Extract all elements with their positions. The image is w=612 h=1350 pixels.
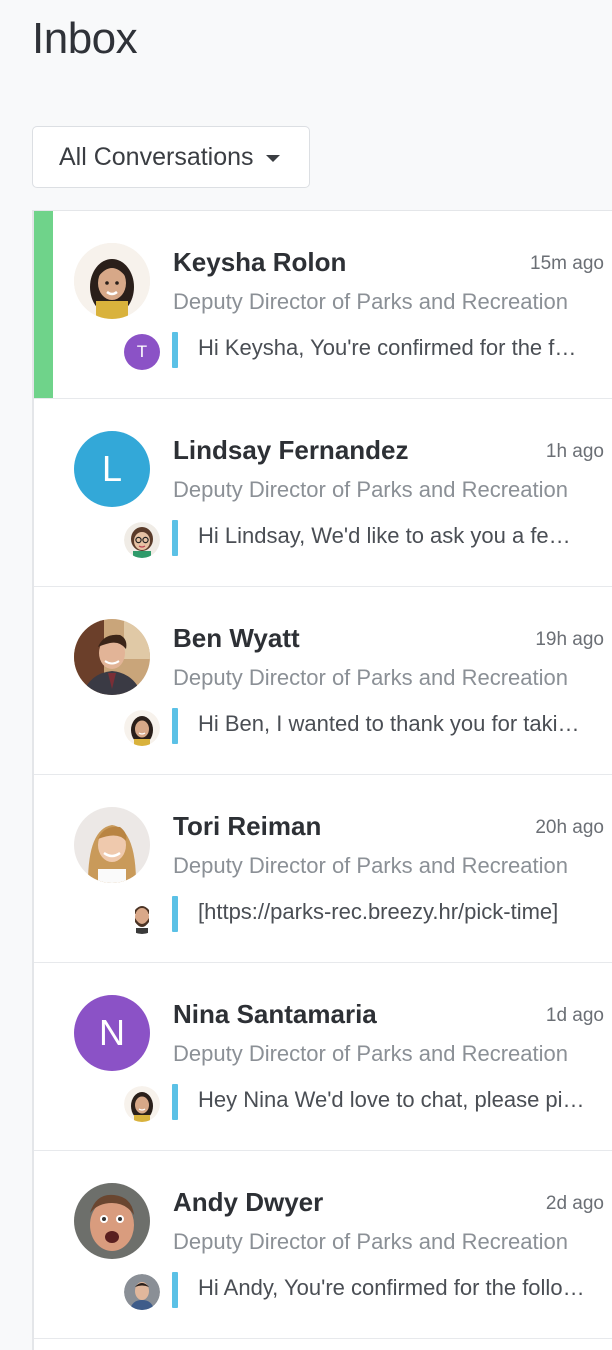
avatar-initial: L bbox=[101, 448, 123, 489]
contact-name: Nina Santamaria bbox=[173, 999, 377, 1029]
position-title: Deputy Director of Parks and Recreation bbox=[173, 289, 568, 314]
timestamp: 15m ago bbox=[530, 253, 604, 274]
conversation-list: Keysha Rolon 15m ago Deputy Director of … bbox=[32, 210, 612, 1350]
position-title: Deputy Director of Parks and Recreation bbox=[173, 853, 568, 878]
message-preview: [https://parks-rec.breezy.hr/pick-time] bbox=[198, 899, 559, 924]
message-preview: Hey Nina We'd love to chat, please pick … bbox=[198, 1087, 586, 1112]
message-preview: Hi Ben, I wanted to thank you for taking… bbox=[198, 711, 586, 736]
position-title: Deputy Director of Parks and Recreation bbox=[173, 477, 568, 502]
avatar bbox=[74, 807, 150, 883]
unread-indicator bbox=[34, 211, 53, 398]
message-preview: Hi Keysha, You're confirmed for the foll… bbox=[198, 335, 586, 360]
sender-avatar bbox=[124, 1086, 160, 1122]
quote-bar bbox=[172, 708, 178, 744]
quote-bar bbox=[172, 1084, 178, 1120]
conversation-row-andy-dwyer[interactable]: Andy Dwyer 2d ago Deputy Director of Par… bbox=[34, 1151, 612, 1339]
sender-avatar bbox=[124, 1274, 160, 1310]
contact-name: Keysha Rolon bbox=[173, 247, 347, 277]
avatar: N bbox=[74, 995, 150, 1071]
conversation-row-lindsay-fernandez[interactable]: L Lindsay Fernandez 1h ago Deputy Direct… bbox=[34, 399, 612, 587]
timestamp: 1d ago bbox=[545, 1005, 604, 1026]
timestamp: 20h ago bbox=[535, 817, 604, 838]
avatar bbox=[74, 619, 150, 695]
contact-name: Lindsay Fernandez bbox=[173, 435, 409, 465]
conversation-row-ben-wyatt[interactable]: Ben Wyatt 19h ago Deputy Director of Par… bbox=[34, 587, 612, 775]
sender-avatar: T bbox=[124, 334, 160, 370]
conversation-row-nina-santamaria[interactable]: N Nina Santamaria 1d ago Deputy Director… bbox=[34, 963, 612, 1151]
sender-avatar bbox=[124, 710, 160, 746]
sender-avatar bbox=[124, 898, 160, 934]
conversation-row-keysha-rolon[interactable]: Keysha Rolon 15m ago Deputy Director of … bbox=[34, 211, 612, 399]
quote-bar bbox=[172, 896, 178, 932]
message-preview: Hi Lindsay, We'd like to ask you a few q… bbox=[198, 523, 586, 548]
quote-bar bbox=[172, 332, 178, 368]
avatar bbox=[74, 1183, 150, 1259]
avatar: L bbox=[74, 431, 150, 507]
filter-label: All Conversations bbox=[59, 142, 254, 171]
quote-bar bbox=[172, 520, 178, 556]
page-title: Inbox bbox=[32, 14, 138, 63]
timestamp: 19h ago bbox=[535, 629, 604, 650]
position-title: Deputy Director of Parks and Recreation bbox=[173, 1229, 568, 1254]
contact-name: Tori Reiman bbox=[173, 811, 322, 841]
position-title: Deputy Director of Parks and Recreation bbox=[173, 665, 568, 690]
conversation-filter-dropdown[interactable]: All Conversations bbox=[32, 126, 310, 188]
sender-avatar bbox=[124, 522, 160, 558]
caret-down-icon bbox=[265, 155, 280, 162]
timestamp: 2d ago bbox=[545, 1193, 604, 1214]
contact-name: Ben Wyatt bbox=[173, 623, 300, 653]
avatar-initial: N bbox=[99, 1012, 125, 1053]
quote-bar bbox=[172, 1272, 178, 1308]
conversation-row-tori-reiman[interactable]: Tori Reiman 20h ago Deputy Director of P… bbox=[34, 775, 612, 963]
avatar bbox=[74, 243, 150, 319]
message-preview: Hi Andy, You're confirmed for the follow… bbox=[198, 1275, 586, 1300]
contact-name: Andy Dwyer bbox=[173, 1187, 324, 1217]
position-title: Deputy Director of Parks and Recreation bbox=[173, 1041, 568, 1066]
sender-initial: T bbox=[136, 342, 148, 361]
timestamp: 1h ago bbox=[545, 441, 604, 462]
